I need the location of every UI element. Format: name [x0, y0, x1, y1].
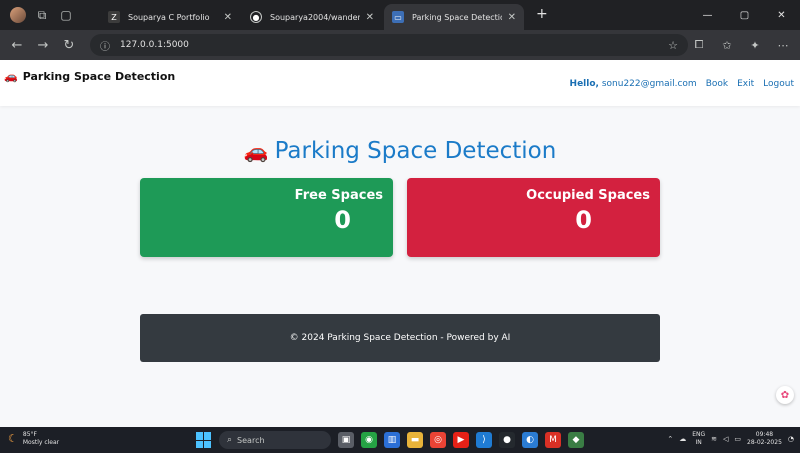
lang-top: ENG	[692, 431, 706, 438]
windows-logo-icon	[204, 440, 211, 448]
taskbar-apps: ▣ ◉ ▥ ▬ ◎ ▶ ⟩ ● ◐ M ◆	[338, 432, 584, 448]
weather-widget[interactable]: ☾ 85°F Mostly clear	[8, 431, 59, 447]
github-desktop-icon[interactable]: ●	[499, 432, 515, 448]
wifi-icon[interactable]: ≋	[711, 435, 717, 443]
tab-title: Souparya2004/wanderlust-...	[270, 12, 360, 22]
windows-logo-icon	[196, 440, 203, 448]
toolbar-right-icons: ⧠ ✩ ✦ ⋯	[688, 32, 794, 58]
close-window-icon[interactable]: ✕	[763, 0, 800, 30]
window-controls: — ▢ ✕	[689, 0, 800, 30]
user-greeting: Hello, sonu222@gmail.com	[570, 79, 697, 89]
new-tab-icon[interactable]: +	[536, 6, 548, 22]
page-viewport: 🚗 Parking Space Detection Hello, sonu222…	[0, 60, 800, 427]
task-view-icon[interactable]: ▣	[338, 432, 354, 448]
whatsapp-icon[interactable]: ◉	[361, 432, 377, 448]
start-button[interactable]	[196, 432, 212, 448]
site-footer: © 2024 Parking Space Detection - Powered…	[140, 314, 660, 362]
tab-portfolio[interactable]: Z Souparya C Portfolio ✕	[100, 4, 240, 30]
youtube-icon[interactable]: ▶	[453, 432, 469, 448]
logout-link[interactable]: Logout	[763, 79, 794, 89]
weather-desc: Mostly clear	[22, 439, 60, 446]
volume-icon[interactable]: ◁	[723, 435, 728, 443]
page-title: 🚗 Parking Space Detection	[0, 138, 800, 164]
car-icon: 🚗	[4, 70, 18, 83]
windows-logo-icon	[204, 432, 211, 440]
taskbar: ☾ 85°F Mostly clear ⌕ Search ▣ ◉ ▥ ▬ ◎ ▶…	[0, 427, 800, 453]
file-explorer-icon[interactable]: ▬	[407, 432, 423, 448]
edge-icon[interactable]: ◐	[522, 432, 538, 448]
copilot-icon[interactable]: ✦	[744, 32, 766, 58]
profile-avatar[interactable]	[10, 7, 26, 23]
occupied-spaces-card: Occupied Spaces 0	[407, 178, 660, 257]
site-navbar: 🚗 Parking Space Detection Hello, sonu222…	[0, 60, 800, 106]
url-text[interactable]: 127.0.0.1:5000	[120, 40, 189, 50]
store-icon[interactable]: ▥	[384, 432, 400, 448]
chrome-icon[interactable]: ◎	[430, 432, 446, 448]
windows-logo-icon	[196, 432, 203, 440]
car-icon: 🚗	[243, 139, 269, 163]
maximize-icon[interactable]: ▢	[726, 0, 763, 30]
tab-title: Souparya C Portfolio	[128, 12, 210, 22]
browser-toolbar: ← → ↻ ⓘ 127.0.0.1:5000 ☆ ⧠ ✩ ✦ ⋯	[0, 30, 800, 60]
app-icon[interactable]: ◆	[568, 432, 584, 448]
page-favicon-icon: ▭	[392, 11, 404, 23]
reload-icon[interactable]: ↻	[56, 32, 82, 58]
clock[interactable]: 09:48 28-02-2025	[747, 431, 782, 447]
page-title-text: Parking Space Detection	[274, 138, 557, 164]
free-spaces-label: Free Spaces	[294, 188, 383, 203]
clock-date: 28-02-2025	[747, 439, 782, 446]
lang-bottom: IN	[695, 439, 702, 446]
book-link[interactable]: Book	[706, 79, 728, 89]
user-email: sonu222@gmail.com	[601, 79, 697, 89]
occupied-spaces-count: 0	[575, 206, 592, 234]
vertical-tabs-icon[interactable]: ▢	[58, 7, 74, 23]
close-tab-icon[interactable]: ✕	[508, 12, 516, 23]
tray-chevron-up-icon[interactable]: ⌃	[667, 435, 673, 443]
back-icon[interactable]: ←	[4, 32, 30, 58]
forward-icon[interactable]: →	[30, 32, 56, 58]
favorites-icon[interactable]: ✩	[716, 32, 738, 58]
tab-parking-space-detection[interactable]: ▭ Parking Space Detection ✕	[384, 4, 524, 30]
github-favicon-icon: ●	[250, 11, 262, 23]
brand[interactable]: 🚗 Parking Space Detection	[4, 70, 175, 83]
browser-tab-bar: ⧉ ▢ Z Souparya C Portfolio ✕ ● Souparya2…	[0, 0, 800, 30]
close-tab-icon[interactable]: ✕	[366, 12, 374, 23]
cloud-icon[interactable]: ☁	[679, 435, 686, 443]
battery-icon[interactable]: ▭	[734, 435, 741, 443]
search-placeholder: Search	[237, 435, 265, 445]
more-menu-icon[interactable]: ⋯	[772, 32, 794, 58]
assistant-float-icon[interactable]: ✿	[776, 386, 794, 404]
language-indicator[interactable]: ENG IN	[692, 431, 705, 447]
tab-github[interactable]: ● Souparya2004/wanderlust-... ✕	[242, 4, 382, 30]
gmail-icon[interactable]: M	[545, 432, 561, 448]
extensions-icon[interactable]: ⧠	[688, 32, 710, 58]
address-bar[interactable]: ⓘ 127.0.0.1:5000 ☆	[90, 34, 688, 56]
exit-link[interactable]: Exit	[737, 79, 754, 89]
taskbar-search[interactable]: ⌕ Search	[219, 431, 331, 449]
search-icon: ⌕	[227, 435, 233, 445]
occupied-spaces-label: Occupied Spaces	[526, 188, 650, 203]
minimize-icon[interactable]: —	[689, 0, 726, 30]
notification-bell-icon[interactable]: ◔	[788, 435, 794, 443]
hello-label: Hello,	[569, 79, 599, 89]
portfolio-favicon-icon: Z	[108, 11, 120, 23]
weather-icon: ☾	[8, 432, 18, 445]
bookmark-star-icon[interactable]: ☆	[668, 39, 678, 52]
close-tab-icon[interactable]: ✕	[224, 12, 232, 23]
brand-title: Parking Space Detection	[22, 70, 176, 83]
system-tray: ⌃ ☁ ENG IN ≋ ◁ ▭ 09:48 28-02-2025 ◔	[667, 431, 794, 447]
nav-links: Hello, sonu222@gmail.com Book Exit Logou…	[570, 79, 794, 89]
free-spaces-card: Free Spaces 0	[140, 178, 393, 257]
vscode-icon[interactable]: ⟩	[476, 432, 492, 448]
tab-title: Parking Space Detection	[412, 12, 502, 22]
tab-actions-icon[interactable]: ⧉	[34, 7, 50, 23]
weather-temp: 85°F	[22, 431, 37, 438]
footer-text: © 2024 Parking Space Detection - Powered…	[289, 333, 511, 343]
clock-time: 09:48	[755, 431, 774, 438]
site-info-icon[interactable]: ⓘ	[100, 38, 110, 53]
tab-bar-left-controls: ⧉ ▢	[0, 7, 74, 23]
free-spaces-count: 0	[334, 206, 351, 234]
